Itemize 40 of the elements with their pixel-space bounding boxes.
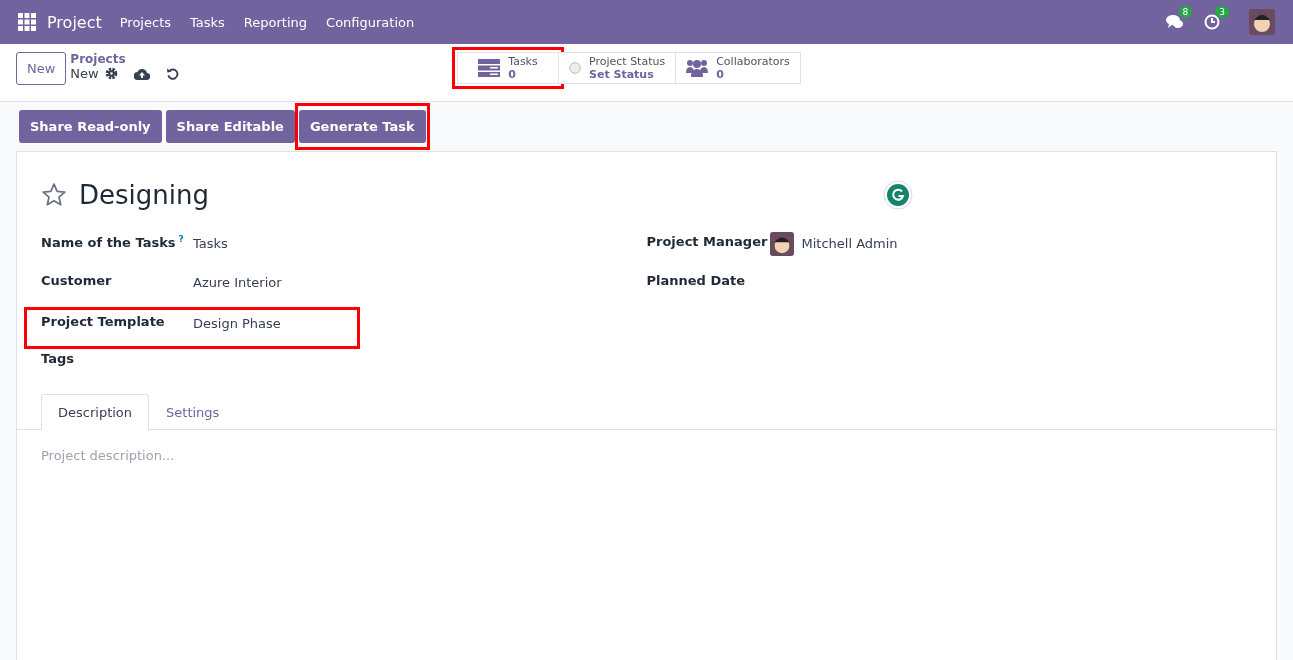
breadcrumb-link[interactable]: Projects: [70, 52, 179, 66]
field-value[interactable]: Design Phase: [193, 314, 281, 331]
field-label: Project Manager: [646, 234, 769, 249]
new-button[interactable]: New: [16, 52, 67, 85]
action-button[interactable]: Share Editable: [165, 110, 295, 143]
clock-icon[interactable]: [1204, 14, 1221, 30]
tab[interactable]: Description: [41, 394, 150, 430]
apps-grid-icon[interactable]: [18, 13, 36, 31]
tasks-icon: [478, 59, 501, 77]
stat-button[interactable]: Collaborators 0: [675, 52, 801, 84]
project-title: Designing: [79, 180, 209, 210]
cloud-upload-icon[interactable]: [133, 67, 150, 80]
app-name[interactable]: Project: [47, 12, 102, 32]
action-button[interactable]: Share Read-only: [19, 110, 162, 143]
field-value[interactable]: Azure Interior: [193, 273, 282, 290]
users-icon: [686, 59, 709, 77]
menu-item[interactable]: Reporting: [243, 14, 308, 30]
field-label: Tags: [41, 351, 75, 366]
breadcrumb-current: New: [70, 66, 99, 81]
field-label: Planned Date: [646, 273, 746, 288]
field-label: Name of the Tasks $^{?}$: [41, 234, 185, 251]
menu-item[interactable]: Tasks: [190, 14, 225, 30]
menu-item[interactable]: Projects: [119, 14, 171, 30]
menu-item[interactable]: Configuration: [326, 14, 415, 30]
star-icon[interactable]: [41, 182, 67, 208]
action-button[interactable]: Generate Task: [298, 110, 426, 143]
field-label: Project Template: [41, 314, 166, 329]
field-value[interactable]: Tasks: [193, 234, 228, 251]
gear-icon[interactable]: [104, 67, 118, 80]
message-count: 8: [1178, 6, 1193, 18]
stat-button[interactable]: Project Status Set Status: [558, 52, 677, 84]
field-label: Customer: [41, 273, 113, 288]
user-avatar-icon[interactable]: [1249, 9, 1275, 35]
tab[interactable]: Settings: [149, 394, 237, 430]
activity-count: 3: [1215, 6, 1229, 18]
chat-icon[interactable]: [1165, 14, 1184, 30]
field-value[interactable]: Mitchell Admin: [801, 234, 898, 251]
status-dot-icon: [569, 62, 581, 74]
grammar-check-icon[interactable]: [883, 180, 913, 210]
undo-icon[interactable]: [165, 67, 179, 80]
